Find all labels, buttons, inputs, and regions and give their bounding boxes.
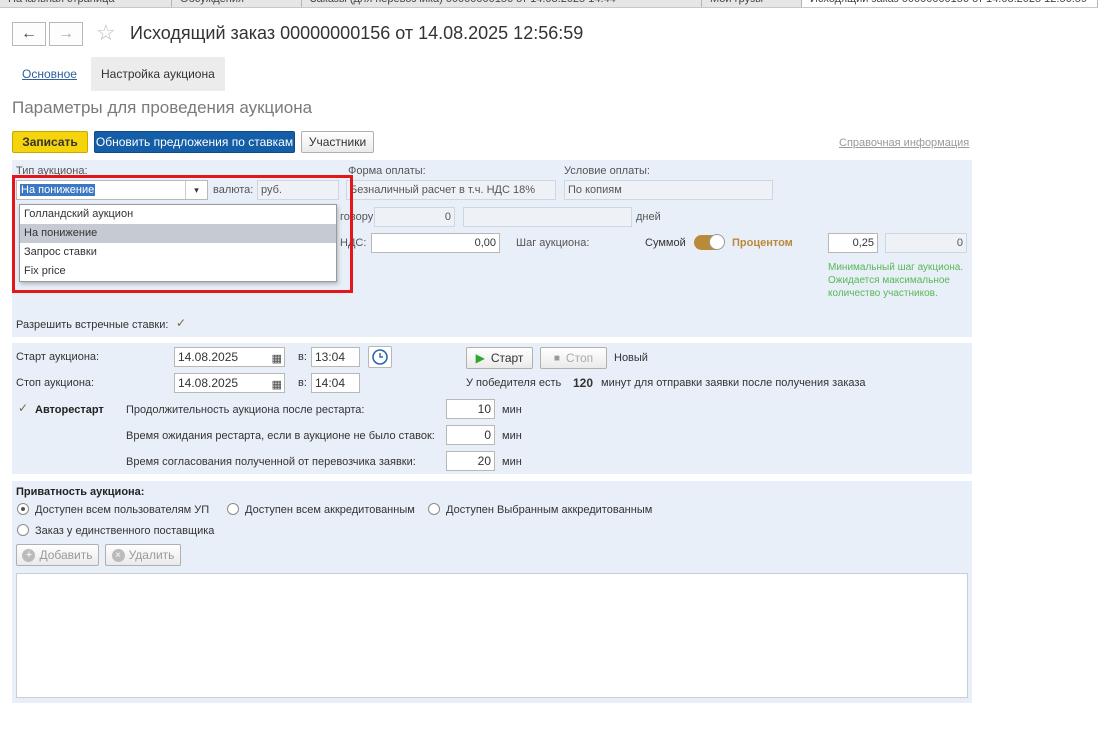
days-label: дней — [636, 211, 661, 223]
minutes-unit: мин — [502, 430, 522, 442]
winner-suffix: минут для отправки заявки после получени… — [601, 377, 866, 389]
arrow-left-icon: ← — [21, 25, 37, 42]
restart-duration-field[interactable]: 10 — [446, 399, 495, 419]
payment-condition-field[interactable]: По копиям — [564, 180, 773, 200]
stop-at-label: в: — [298, 377, 307, 389]
winner-prefix: У победителя есть — [466, 377, 562, 389]
vat-field[interactable]: 0,00 — [371, 233, 500, 253]
stop-time-field[interactable]: 14:04 — [311, 373, 360, 393]
stop-label: Стоп аукциона: — [16, 377, 95, 389]
payment-condition-label: Условие оплаты: — [564, 165, 650, 177]
start-at-label: в: — [298, 351, 307, 363]
add-button[interactable]: + Добавить — [16, 544, 99, 566]
stop-date-field[interactable]: 14.08.2025 ▦ — [174, 373, 285, 393]
save-button[interactable]: Записать — [12, 131, 88, 153]
remove-button[interactable]: × Удалить — [105, 544, 181, 566]
section-title: Параметры для проведения аукциона — [12, 98, 313, 117]
approval-time-field[interactable]: 20 — [446, 451, 495, 471]
privacy-radio-accredited[interactable] — [227, 503, 239, 515]
minutes-unit: мин — [502, 456, 522, 468]
update-bids-button[interactable]: Обновить предложения по ставкам — [94, 131, 295, 153]
restart-wait-label: Время ожидания рестарта, если в аукционе… — [126, 430, 435, 442]
step-mode-toggle[interactable] — [694, 234, 725, 250]
privacy-title: Приватность аукциона: — [16, 486, 145, 498]
step-by-percent-label[interactable]: Процентом — [732, 237, 793, 249]
start-label: Старт аукциона: — [16, 351, 100, 363]
restart-wait-field[interactable]: 0 — [446, 425, 495, 445]
favorite-star-icon[interactable]: ☆ — [96, 20, 116, 46]
play-icon: ▶ — [475, 351, 485, 365]
reference-info-link[interactable]: Справочная информация — [839, 137, 969, 149]
highlight-box — [12, 175, 353, 293]
step-hint-text: Минимальный шаг аукциона. Ожидается макс… — [828, 262, 964, 299]
clock-icon — [372, 349, 388, 365]
payment-form-field[interactable]: Безналичный расчет в т.ч. НДС 18% — [346, 180, 556, 200]
arrow-right-icon: → — [58, 25, 74, 42]
step-label: Шаг аукциона: — [516, 237, 590, 249]
window-tab[interactable]: Заказы (для перевозчика) 00000000156 от … — [302, 0, 702, 7]
tab-main[interactable]: Основное — [12, 57, 87, 91]
privacy-radio-selected-accredited[interactable] — [428, 503, 440, 515]
window-tab[interactable]: Начальная страница — [0, 0, 172, 7]
privacy-option-label[interactable]: Доступен всем пользователям УП — [35, 504, 209, 516]
delete-icon: × — [111, 548, 125, 562]
step-sum-field[interactable]: 0 — [885, 233, 967, 253]
privacy-option-label[interactable]: Заказ у единственного поставщика — [35, 525, 214, 537]
privacy-radio-all-users[interactable] — [17, 503, 29, 515]
stop-auction-button[interactable]: ■ Стоп — [540, 347, 607, 369]
stop-icon: ■ — [553, 352, 560, 364]
calendar-icon[interactable]: ▦ — [272, 376, 282, 394]
page-title: Исходящий заказ 00000000156 от 14.08.202… — [130, 23, 584, 43]
counter-bids-checkbox[interactable]: ✓ — [176, 317, 188, 330]
forward-button[interactable]: → — [49, 22, 83, 46]
privacy-option-label[interactable]: Доступен Выбранным аккредитованным — [446, 504, 652, 516]
start-auction-button[interactable]: ▶ Старт — [466, 347, 533, 369]
tab-auction-settings[interactable]: Настройка аукциона — [91, 57, 225, 91]
approval-time-label: Время согласования полученной от перевоз… — [126, 456, 416, 468]
time-picker-button[interactable] — [368, 346, 392, 368]
window-tab-active[interactable]: Исходящий заказ 00000000156 от 14.08.202… — [802, 0, 1098, 7]
participants-button[interactable]: Участники — [301, 131, 374, 153]
privacy-radio-single-supplier[interactable] — [17, 524, 29, 536]
step-percent-field[interactable]: 0,25 — [828, 233, 878, 253]
accredited-list-table[interactable] — [16, 573, 968, 698]
privacy-option-label[interactable]: Доступен всем аккредитованным — [245, 504, 415, 516]
window-tabs-strip: Начальная страница Обсуждения Заказы (дл… — [0, 0, 1098, 8]
restart-duration-label: Продолжительность аукциона после рестарт… — [126, 404, 365, 416]
autorestart-label: Авторестарт — [35, 404, 104, 416]
autorestart-checkbox[interactable]: ✓ — [18, 402, 30, 415]
contract-days-field[interactable]: 0 — [374, 207, 455, 227]
counter-bids-label: Разрешить встречные ставки: — [16, 319, 169, 331]
back-button[interactable]: ← — [12, 22, 46, 46]
window-tab[interactable]: Мои грузы — [702, 0, 802, 7]
contract-extra-field[interactable] — [463, 207, 632, 227]
window-tab[interactable]: Обсуждения — [172, 0, 302, 7]
plus-icon: + — [22, 548, 36, 562]
minutes-unit: мин — [502, 404, 522, 416]
auction-status: Новый — [614, 352, 648, 364]
payment-form-label: Форма оплаты: — [348, 165, 426, 177]
start-time-field[interactable]: 13:04 — [311, 347, 360, 367]
winner-minutes: 120 — [573, 376, 594, 390]
start-date-field[interactable]: 14.08.2025 ▦ — [174, 347, 285, 367]
step-by-sum-label[interactable]: Суммой — [645, 237, 686, 249]
calendar-icon[interactable]: ▦ — [272, 350, 282, 368]
